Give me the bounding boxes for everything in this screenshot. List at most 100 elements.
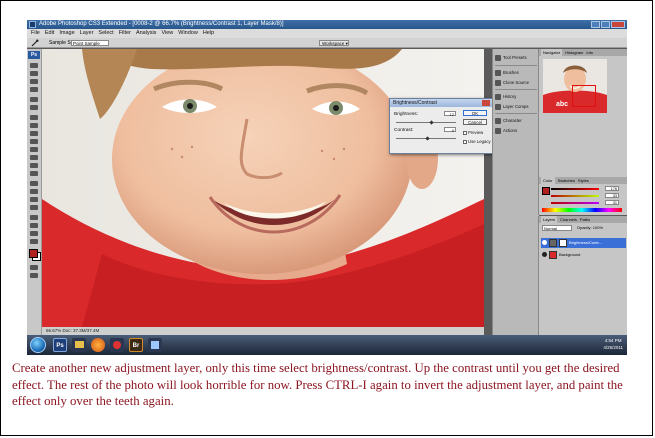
- minimize-button[interactable]: [591, 21, 600, 28]
- layer-row-background[interactable]: Background: [541, 250, 626, 260]
- dock-tool-presets[interactable]: Tool Presets: [495, 53, 537, 62]
- gradient-tool-icon[interactable]: [30, 155, 38, 160]
- ok-button[interactable]: OK: [463, 110, 487, 116]
- layer-row-brightness-contrast[interactable]: Brightness/Contr...: [541, 238, 626, 248]
- contrast-slider-thumb[interactable]: [425, 136, 430, 141]
- menu-window[interactable]: Window: [178, 29, 198, 38]
- dock-history[interactable]: History: [495, 92, 537, 101]
- move-tool-icon[interactable]: [30, 63, 38, 68]
- green-value[interactable]: 33: [605, 193, 619, 198]
- shape-tool-icon[interactable]: [30, 205, 38, 210]
- document-canvas[interactable]: [42, 49, 484, 327]
- tab-channels[interactable]: Channels: [560, 216, 577, 223]
- sample-size-select[interactable]: Point Sample: [71, 40, 109, 46]
- dialog-title[interactable]: Brightness/Contrast: [390, 99, 492, 107]
- contrast-input[interactable]: 0: [444, 127, 456, 133]
- system-clock[interactable]: 4:54 PM 4/25/2011: [603, 337, 623, 351]
- navigator-view-box[interactable]: [572, 85, 596, 107]
- preview-checkbox[interactable]: Preview: [463, 130, 483, 135]
- screen-mode-icon[interactable]: [30, 273, 38, 278]
- green-slider[interactable]: [551, 195, 599, 197]
- dock-divider: [495, 113, 537, 114]
- menu-image[interactable]: Image: [59, 29, 74, 38]
- blend-mode-select[interactable]: Normal: [542, 225, 572, 231]
- marquee-tool-icon[interactable]: [30, 71, 38, 76]
- preview-checkbox-box[interactable]: [463, 130, 467, 135]
- layers-tabs: Layers Channels Paths: [539, 216, 627, 223]
- clone-stamp-tool-icon[interactable]: [30, 131, 38, 136]
- taskbar-media[interactable]: [110, 338, 124, 352]
- visibility-eye-icon[interactable]: [542, 240, 547, 246]
- taskbar-app[interactable]: [148, 338, 162, 352]
- tab-info[interactable]: Info: [586, 49, 593, 56]
- start-orb-icon[interactable]: [30, 337, 46, 353]
- layer-mask-thumbnail[interactable]: [559, 238, 567, 247]
- red-value[interactable]: 176: [605, 186, 619, 191]
- pen-tool-icon[interactable]: [30, 181, 38, 186]
- color-spectrum-bar[interactable]: [542, 208, 622, 212]
- menu-layer[interactable]: Layer: [80, 29, 94, 38]
- magic-wand-tool-icon[interactable]: [30, 87, 38, 92]
- menu-filter[interactable]: Filter: [119, 29, 131, 38]
- use-legacy-checkbox-box[interactable]: [463, 139, 467, 144]
- menu-view[interactable]: View: [161, 29, 173, 38]
- tab-color[interactable]: Color: [541, 177, 555, 184]
- dialog-close-button[interactable]: [482, 100, 490, 106]
- tab-histogram[interactable]: Histogram: [565, 49, 583, 56]
- notes-tool-icon[interactable]: [30, 215, 38, 220]
- brightness-slider[interactable]: [396, 122, 456, 123]
- foreground-color-swatch[interactable]: [29, 249, 38, 258]
- color-foreground-swatch[interactable]: [542, 187, 550, 195]
- tab-navigator[interactable]: Navigator: [541, 49, 563, 56]
- eyedropper-tool-icon[interactable]: [30, 223, 38, 228]
- dodge-tool-icon[interactable]: [30, 171, 38, 176]
- menu-file[interactable]: File: [31, 29, 40, 38]
- tab-layers[interactable]: Layers: [541, 216, 558, 223]
- blue-slider[interactable]: [551, 202, 599, 204]
- opacity-field[interactable]: Opacity: 100%: [577, 225, 603, 231]
- menu-analysis[interactable]: Analysis: [136, 29, 156, 38]
- title-bar[interactable]: Adobe Photoshop CS3 Extended - [0008-2 @…: [27, 20, 627, 29]
- hand-tool-icon[interactable]: [30, 231, 38, 236]
- eraser-tool-icon[interactable]: [30, 147, 38, 152]
- brightness-input[interactable]: 12: [444, 111, 456, 117]
- dock-item-label: Layer Comps: [503, 104, 529, 109]
- close-button[interactable]: [611, 21, 625, 28]
- cancel-button[interactable]: Cancel: [463, 119, 487, 125]
- eyedropper-icon[interactable]: [31, 39, 39, 47]
- lasso-tool-icon[interactable]: [30, 79, 38, 84]
- slice-tool-icon[interactable]: [30, 105, 38, 110]
- path-selection-tool-icon[interactable]: [30, 197, 38, 202]
- maximize-button[interactable]: [601, 21, 610, 28]
- healing-tool-icon[interactable]: [30, 115, 38, 120]
- type-tool-icon[interactable]: [30, 189, 38, 194]
- bridge-icon[interactable]: Br: [129, 338, 143, 352]
- history-brush-tool-icon[interactable]: [30, 139, 38, 144]
- dock-layer-comps[interactable]: Layer Comps: [495, 102, 537, 111]
- taskbar-explorer[interactable]: [72, 338, 86, 352]
- quick-mask-icon[interactable]: [30, 265, 38, 270]
- dock-actions[interactable]: Actions: [495, 126, 537, 135]
- menu-select[interactable]: Select: [98, 29, 113, 38]
- blue-value[interactable]: 31: [605, 200, 619, 205]
- menu-help[interactable]: Help: [203, 29, 214, 38]
- tab-swatches[interactable]: Swatches: [558, 177, 575, 184]
- menu-edit[interactable]: Edit: [45, 29, 54, 38]
- dock-brushes[interactable]: Brushes: [495, 68, 537, 77]
- zoom-tool-icon[interactable]: [30, 239, 38, 244]
- tab-styles[interactable]: Styles: [578, 177, 589, 184]
- dock-clone-source[interactable]: Clone Source: [495, 78, 537, 87]
- dock-character[interactable]: Character: [495, 116, 537, 125]
- use-legacy-checkbox[interactable]: Use Legacy: [463, 139, 491, 144]
- workspace-button[interactable]: Workspace ▾: [319, 40, 349, 46]
- brush-tool-icon[interactable]: [30, 123, 38, 128]
- tab-paths[interactable]: Paths: [580, 216, 590, 223]
- taskbar-photoshop[interactable]: Ps: [53, 338, 67, 352]
- visibility-eye-icon[interactable]: [542, 252, 547, 258]
- blur-tool-icon[interactable]: [30, 163, 38, 168]
- navigator-thumbnail[interactable]: abc: [543, 59, 607, 113]
- brightness-slider-thumb[interactable]: [429, 120, 434, 125]
- crop-tool-icon[interactable]: [30, 97, 38, 102]
- firefox-icon[interactable]: [91, 338, 105, 352]
- red-slider[interactable]: [551, 188, 599, 190]
